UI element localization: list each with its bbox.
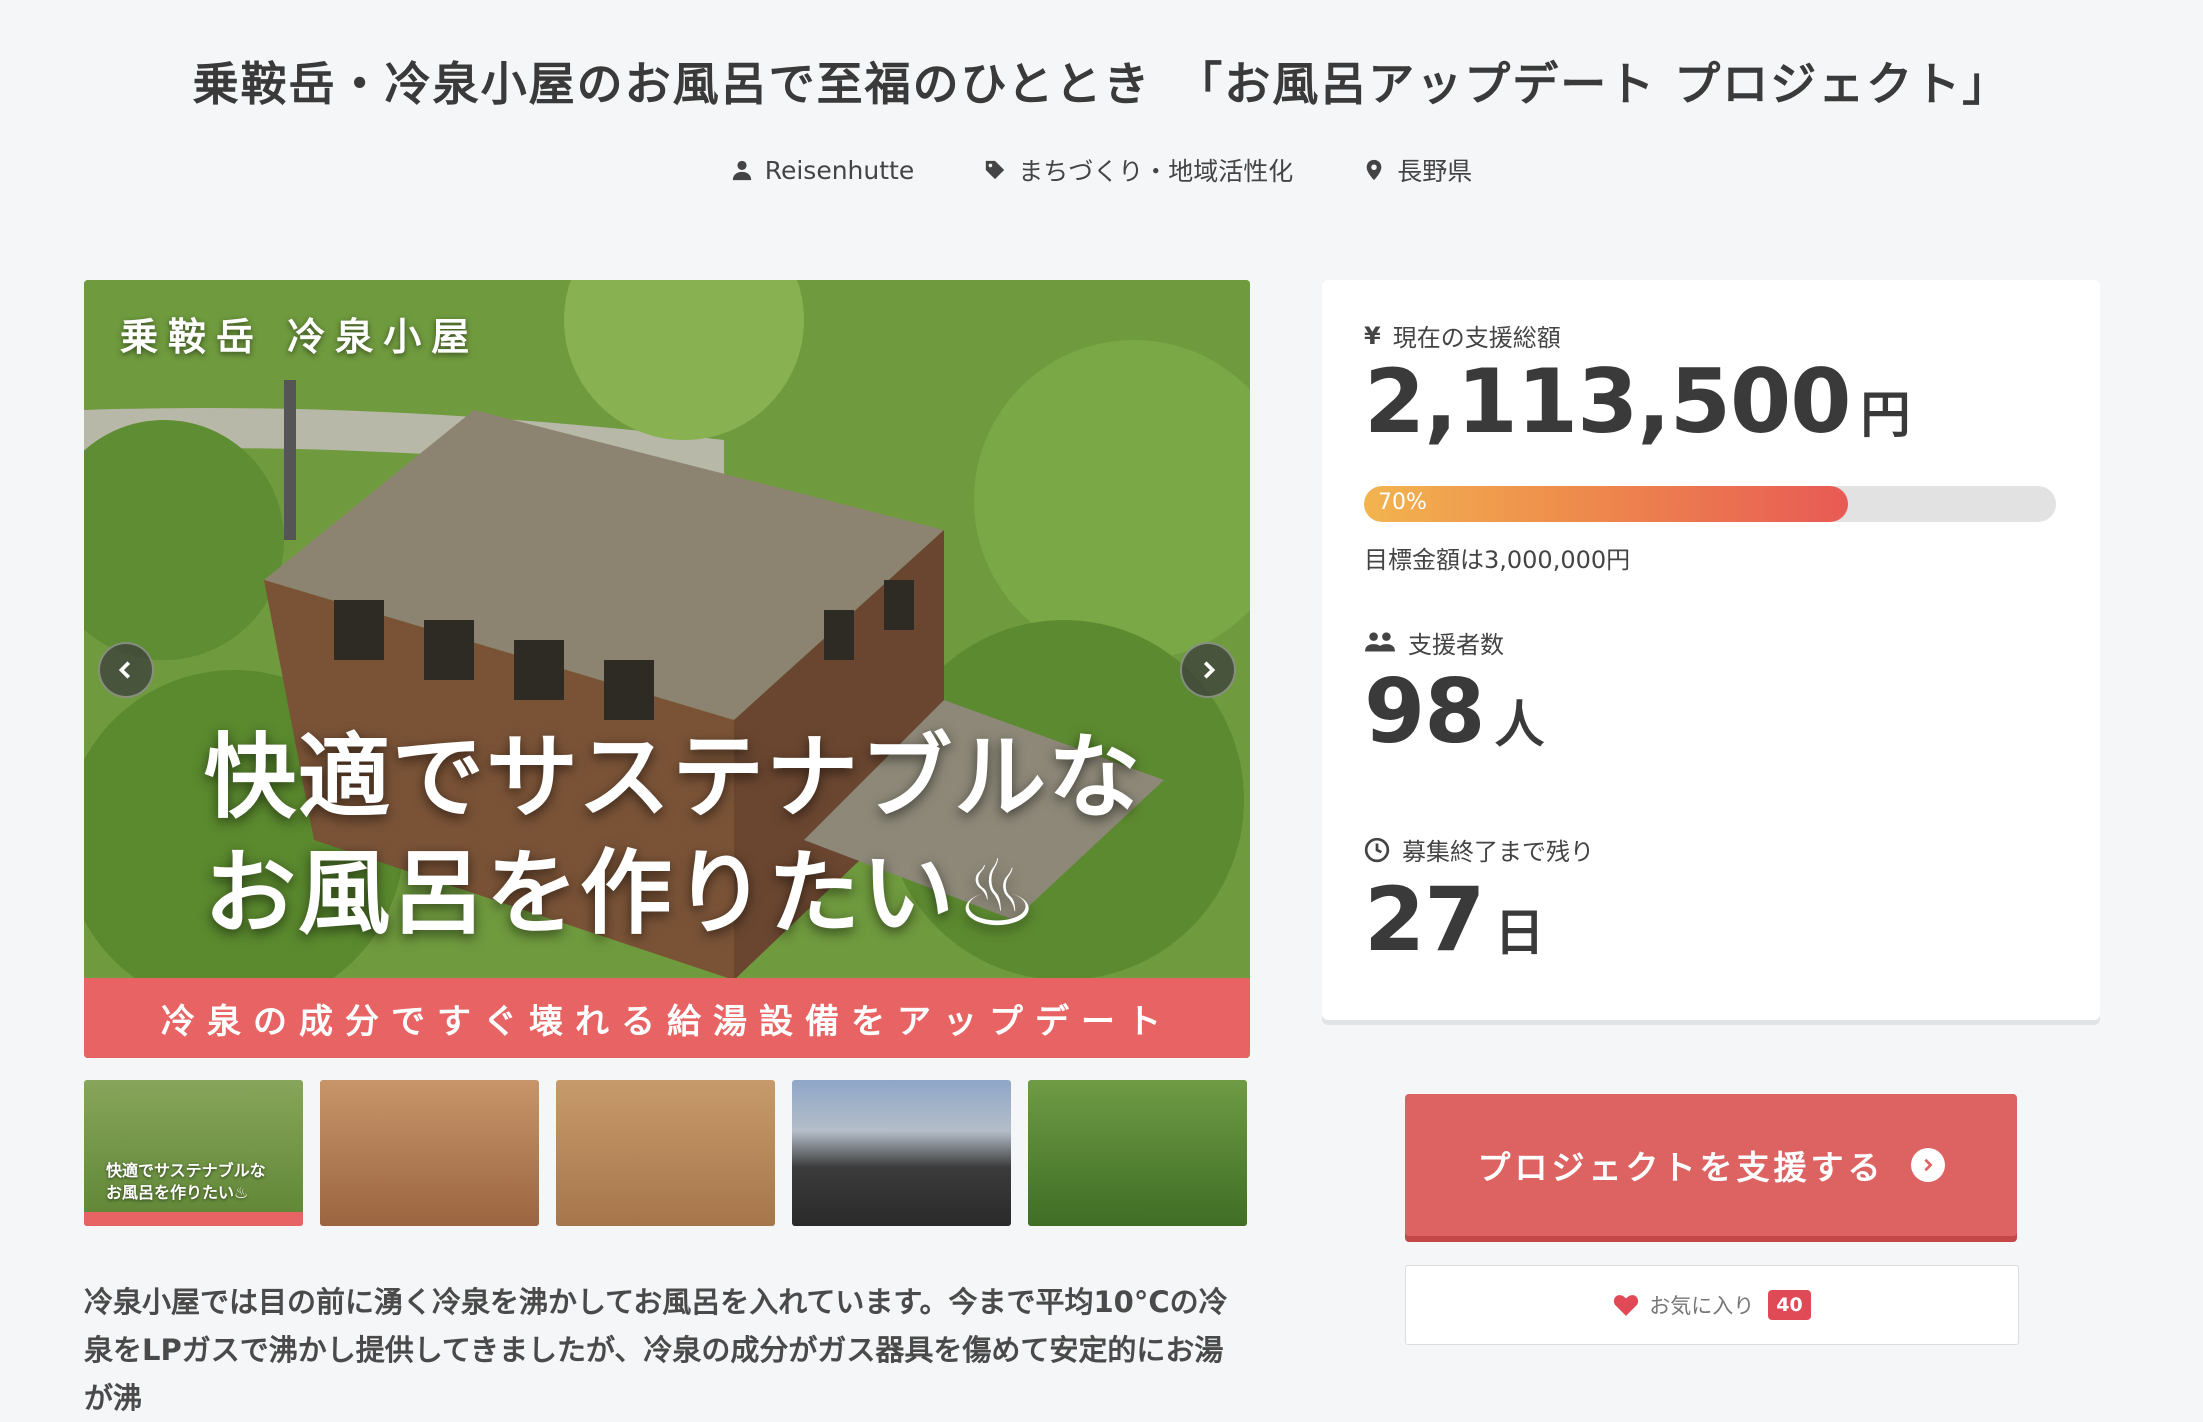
support-project-button[interactable]: プロジェクトを支援する — [1405, 1094, 2017, 1236]
goal-amount: 目標金額は3,000,000円 — [1364, 546, 1631, 574]
remaining-label-text: 募集終了まで残り — [1402, 838, 1594, 866]
hero-headline-line-1: 快適でサステナブルな — [204, 724, 1143, 831]
amount-value: 2,113,500 円 — [1364, 350, 1910, 453]
main-image-carousel[interactable]: 乗鞍岳 冷泉小屋 快適でサステナブルな お風呂を作りたい♨ 冷泉の成分ですぐ壊れ… — [84, 280, 1250, 1058]
yen-icon: ¥ — [1364, 321, 1381, 350]
chevron-right-icon — [1203, 661, 1216, 679]
remaining-value: 27 日 — [1364, 868, 1544, 971]
remaining-label: 募集終了まで残り — [1364, 832, 1594, 867]
progress-fill — [1364, 486, 1849, 522]
thumbnail-caption-line-2: お風呂を作りたい♨ — [106, 1183, 249, 1202]
progress-percent: 70% — [1378, 490, 1427, 515]
page-title: 乗鞍岳・冷泉小屋のお風呂で至福のひととき 「お風呂アップデート プロジェクト」 — [192, 57, 2011, 111]
remaining-unit: 日 — [1494, 904, 1545, 962]
hero-headline: 快適でサステナブルな お風呂を作りたい♨ — [204, 720, 1142, 952]
thumbnail-caption-line-1: 快適でサステナブルな — [106, 1161, 266, 1180]
user-icon — [732, 160, 751, 181]
stats-card: ¥ 現在の支援総額 2,113,500 円 70% 目標金額は3,000,000円… — [1322, 280, 2100, 1020]
thumbnail-3[interactable] — [556, 1080, 775, 1226]
category-name: まちづくり・地域活性化 — [1018, 157, 1294, 186]
backers-label-text: 支援者数 — [1408, 631, 1504, 659]
amount-label-text: 現在の支援総額 — [1392, 324, 1561, 352]
thumbnail-2[interactable] — [320, 1080, 539, 1226]
backers-number: 98 — [1364, 660, 1485, 763]
backers-value: 98 人 — [1364, 660, 1544, 763]
carousel-prev-button[interactable] — [98, 642, 154, 698]
map-pin-icon — [1366, 159, 1382, 181]
favorite-label: お気に入り — [1649, 1294, 1755, 1318]
arrow-right-circle-icon — [1910, 1148, 1945, 1182]
heart-icon — [1614, 1295, 1639, 1316]
thumbnail-4[interactable] — [792, 1080, 1011, 1226]
location-name: 長野県 — [1397, 157, 1473, 186]
thumbnail-1[interactable]: 快適でサステナブルな お風呂を作りたい♨ — [84, 1080, 303, 1226]
thumbnail-banner — [84, 1212, 303, 1226]
hero-headline-line-2: お風呂を作りたい♨ — [204, 840, 1041, 947]
amount-number: 2,113,500 — [1364, 350, 1851, 453]
thumbnail-caption: 快適でサステナブルな お風呂を作りたい♨ — [106, 1160, 266, 1204]
favorite-count-badge: 40 — [1768, 1290, 1811, 1320]
project-meta: Reisenhutte まちづくり・地域活性化 長野県 — [0, 152, 2203, 188]
users-icon — [1365, 631, 1395, 652]
chevron-left-icon — [118, 661, 131, 679]
amount-label: ¥ 現在の支援総額 — [1364, 318, 1561, 353]
backers-unit: 人 — [1494, 696, 1545, 754]
thumbnail-5[interactable] — [1028, 1080, 1247, 1226]
hero-banner: 冷泉の成分ですぐ壊れる給湯設備をアップデート — [84, 978, 1250, 1058]
owner-name: Reisenhutte — [764, 155, 915, 185]
category-link[interactable]: まちづくり・地域活性化 — [984, 152, 1293, 188]
project-description: 冷泉小屋では目の前に湧く冷泉を沸かしてお風呂を入れています。今まで平均10°Cの… — [84, 1285, 1228, 1415]
support-button-label: プロジェクトを支援する — [1477, 1148, 1885, 1187]
tag-icon — [986, 160, 1005, 180]
favorite-button[interactable]: お気に入り 40 — [1405, 1265, 2019, 1345]
owner-link[interactable]: Reisenhutte — [731, 152, 915, 188]
backers-label: 支援者数 — [1364, 625, 1504, 660]
funding-progress-bar: 70% — [1364, 486, 2056, 522]
carousel-next-button[interactable] — [1180, 642, 1236, 698]
hero-caption: 乗鞍岳 冷泉小屋 — [120, 315, 480, 359]
remaining-number: 27 — [1364, 868, 1485, 971]
clock-icon — [1364, 837, 1390, 862]
location-link[interactable]: 長野県 — [1363, 152, 1472, 188]
amount-unit: 円 — [1860, 386, 1911, 444]
thumbnail-strip: 快適でサステナブルな お風呂を作りたい♨ — [84, 1080, 1247, 1226]
